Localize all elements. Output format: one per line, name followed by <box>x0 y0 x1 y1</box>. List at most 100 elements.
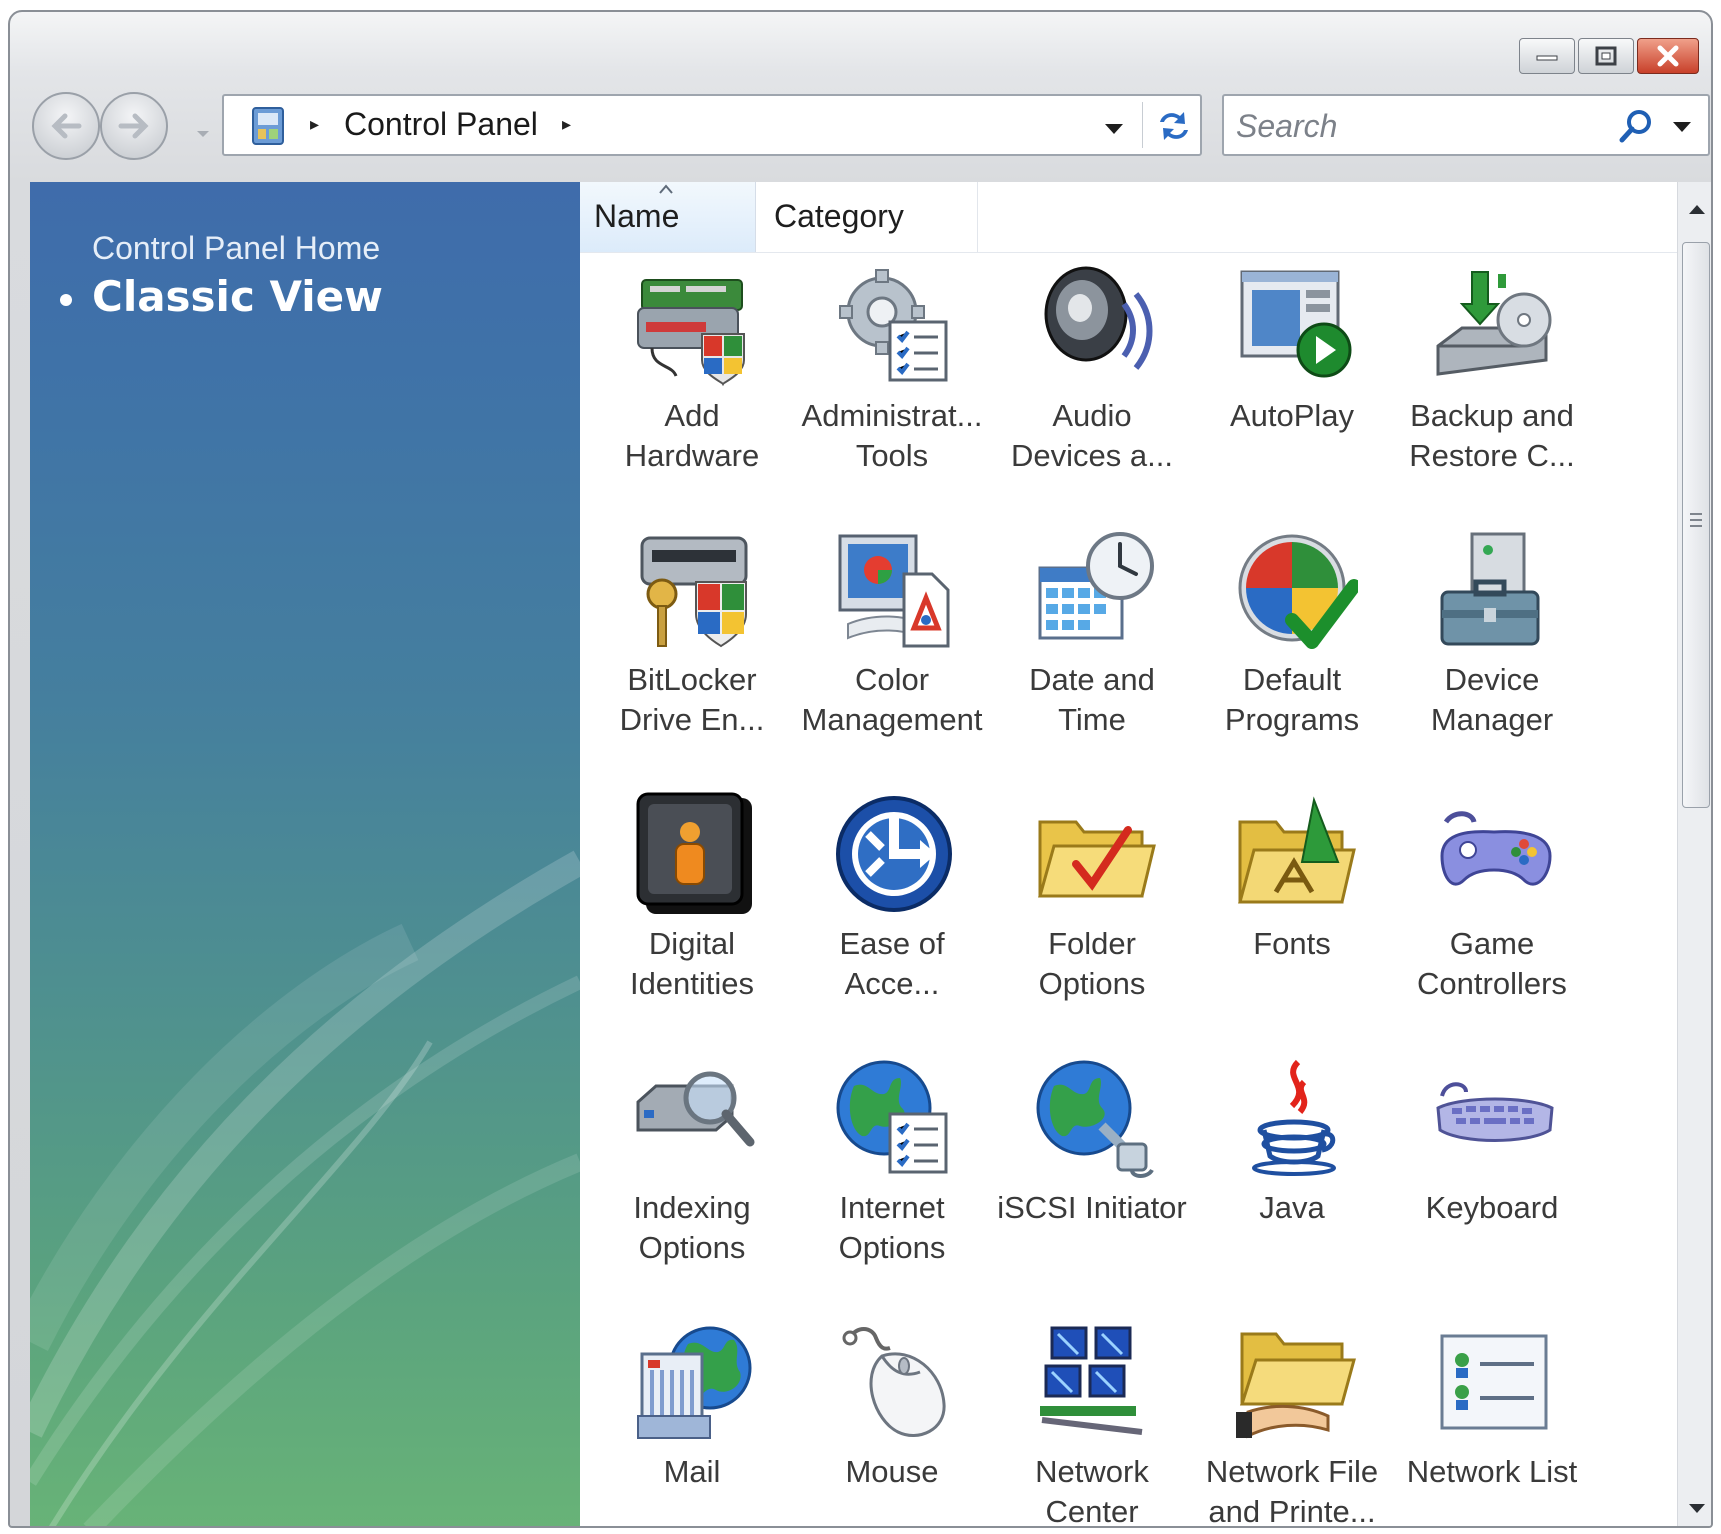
forward-arrow-icon <box>118 113 149 139</box>
item-label: AutoPlay <box>1229 398 1355 433</box>
bitlocker-icon <box>640 536 748 648</box>
scroll-up-button[interactable] <box>1688 200 1706 219</box>
internet-options-icon <box>836 1060 948 1174</box>
item-fonts[interactable]: Fonts <box>1194 790 1390 1050</box>
item-network-file-printer[interactable]: Network File and Printe... <box>1194 1318 1390 1528</box>
iscsi-initiator-icon <box>1036 1060 1154 1178</box>
address-history-dropdown[interactable] <box>1104 120 1124 139</box>
chevron-up-icon <box>1689 205 1705 214</box>
game-controllers-icon <box>1440 811 1552 886</box>
color-management-icon <box>838 534 950 648</box>
item-color-management[interactable]: Color Management <box>794 526 990 786</box>
item-game-controllers[interactable]: Game Controllers <box>1394 790 1590 1050</box>
aero-swoosh-decoration <box>30 850 580 1526</box>
item-internet-options[interactable]: Internet Options <box>794 1054 990 1314</box>
task-pane: Control Panel Home Classic View <box>30 182 580 1526</box>
add-hardware-icon <box>637 279 745 387</box>
item-network-list[interactable]: Network List <box>1394 1318 1590 1526</box>
classic-view-link[interactable]: Classic View <box>92 272 383 321</box>
minimize-button[interactable] <box>1519 38 1575 74</box>
item-label: Network Center <box>1035 1454 1149 1528</box>
item-device-manager[interactable]: Device Manager <box>1394 526 1590 786</box>
item-label: Add Hardware <box>624 398 760 473</box>
item-label: BitLocker Drive En... <box>619 662 765 737</box>
item-label: Network File and Printe... <box>1205 1454 1379 1528</box>
item-mouse[interactable]: Mouse <box>794 1318 990 1526</box>
backup-restore-icon <box>1436 271 1552 376</box>
address-bar[interactable]: ▸ Control Panel ▸ <box>222 94 1202 156</box>
control-panel-window: ▸ Control Panel ▸ Search Control Panel H… <box>8 10 1713 1528</box>
item-label: Audio Devices a... <box>1011 398 1173 473</box>
item-ease-of-access[interactable]: Ease of Acce... <box>794 790 990 1050</box>
minimize-icon <box>1536 55 1558 61</box>
search-box[interactable] <box>1222 94 1710 156</box>
item-label: Internet Options <box>838 1190 946 1265</box>
item-mail[interactable]: Mail <box>594 1318 790 1526</box>
item-iscsi-initiator[interactable]: iSCSI Initiator <box>994 1054 1190 1314</box>
items-view: Name Category Add Hardware Administrat..… <box>580 182 1677 1528</box>
indexing-options-icon <box>636 1071 755 1147</box>
column-category[interactable]: Category <box>756 182 978 252</box>
network-list-icon <box>1440 1334 1548 1430</box>
device-manager-icon <box>1440 532 1540 646</box>
chevron-down-icon <box>1105 124 1123 134</box>
breadcrumb-control-panel[interactable]: Control Panel <box>344 106 538 143</box>
sort-ascending-icon <box>659 184 673 194</box>
mouse-icon <box>842 1327 946 1437</box>
item-folder-options[interactable]: Folder Options <box>994 790 1190 1050</box>
ease-of-access-icon <box>836 796 952 912</box>
vertical-scrollbar[interactable] <box>1677 182 1711 1526</box>
item-label: Mail <box>663 1454 721 1489</box>
item-backup-restore[interactable]: Backup and Restore C... <box>1394 262 1590 522</box>
item-network-center[interactable]: Network Center <box>994 1318 1190 1528</box>
back-button[interactable] <box>32 92 100 160</box>
item-label: Game Controllers <box>1417 926 1567 1001</box>
close-icon <box>1657 45 1679 67</box>
search-button[interactable] <box>1616 106 1656 146</box>
column-name[interactable]: Name <box>580 182 756 252</box>
forward-button[interactable] <box>100 92 168 160</box>
maximize-button[interactable] <box>1578 38 1634 74</box>
scrollbar-thumb[interactable] <box>1682 242 1710 808</box>
chevron-down-icon <box>197 131 209 137</box>
item-java[interactable]: Java <box>1194 1054 1390 1314</box>
back-arrow-icon <box>51 113 82 139</box>
chevron-down-icon <box>1673 122 1691 132</box>
mail-icon <box>637 1326 752 1439</box>
item-label: Device Manager <box>1430 662 1554 737</box>
item-label: Folder Options <box>1038 926 1146 1001</box>
maximize-icon <box>1595 46 1617 66</box>
breadcrumb-separator: ▸ <box>310 114 320 135</box>
column-category-label: Category <box>774 198 904 234</box>
item-label: Keyboard <box>1425 1190 1559 1225</box>
item-label: Color Management <box>801 662 983 737</box>
refresh-button[interactable] <box>1152 106 1196 146</box>
fonts-icon <box>1238 796 1356 904</box>
item-label: Network List <box>1406 1454 1578 1489</box>
folder-options-icon <box>1038 820 1156 898</box>
item-administrative-tools[interactable]: Administrat... Tools <box>794 262 990 522</box>
search-options-dropdown[interactable] <box>1672 118 1692 137</box>
search-input[interactable] <box>1234 104 1578 148</box>
item-autoplay[interactable]: AutoPlay <box>1194 262 1390 522</box>
item-add-hardware[interactable]: Add Hardware <box>594 262 790 522</box>
scroll-down-button[interactable] <box>1688 1500 1706 1519</box>
close-button[interactable] <box>1637 38 1699 74</box>
control-panel-home-link[interactable]: Control Panel Home <box>92 230 380 267</box>
autoplay-icon <box>1240 270 1352 378</box>
item-audio-devices[interactable]: Audio Devices a... <box>994 262 1190 522</box>
grip-icon <box>1690 513 1702 527</box>
item-indexing-options[interactable]: Indexing Options <box>594 1054 790 1314</box>
refresh-icon <box>1160 112 1188 140</box>
keyboard-icon <box>1436 1082 1554 1142</box>
item-keyboard[interactable]: Keyboard <box>1394 1054 1590 1314</box>
date-time-icon <box>1038 532 1154 640</box>
audio-devices-icon <box>1044 266 1153 370</box>
recent-pages-dropdown[interactable] <box>196 124 210 143</box>
item-default-programs[interactable]: Default Programs <box>1194 526 1390 786</box>
network-center-icon <box>1040 1326 1143 1435</box>
breadcrumb-separator[interactable]: ▸ <box>562 114 571 135</box>
item-date-time[interactable]: Date and Time <box>994 526 1190 786</box>
item-bitlocker[interactable]: BitLocker Drive En... <box>594 526 790 786</box>
item-digital-identities[interactable]: Digital Identities <box>594 790 790 1050</box>
